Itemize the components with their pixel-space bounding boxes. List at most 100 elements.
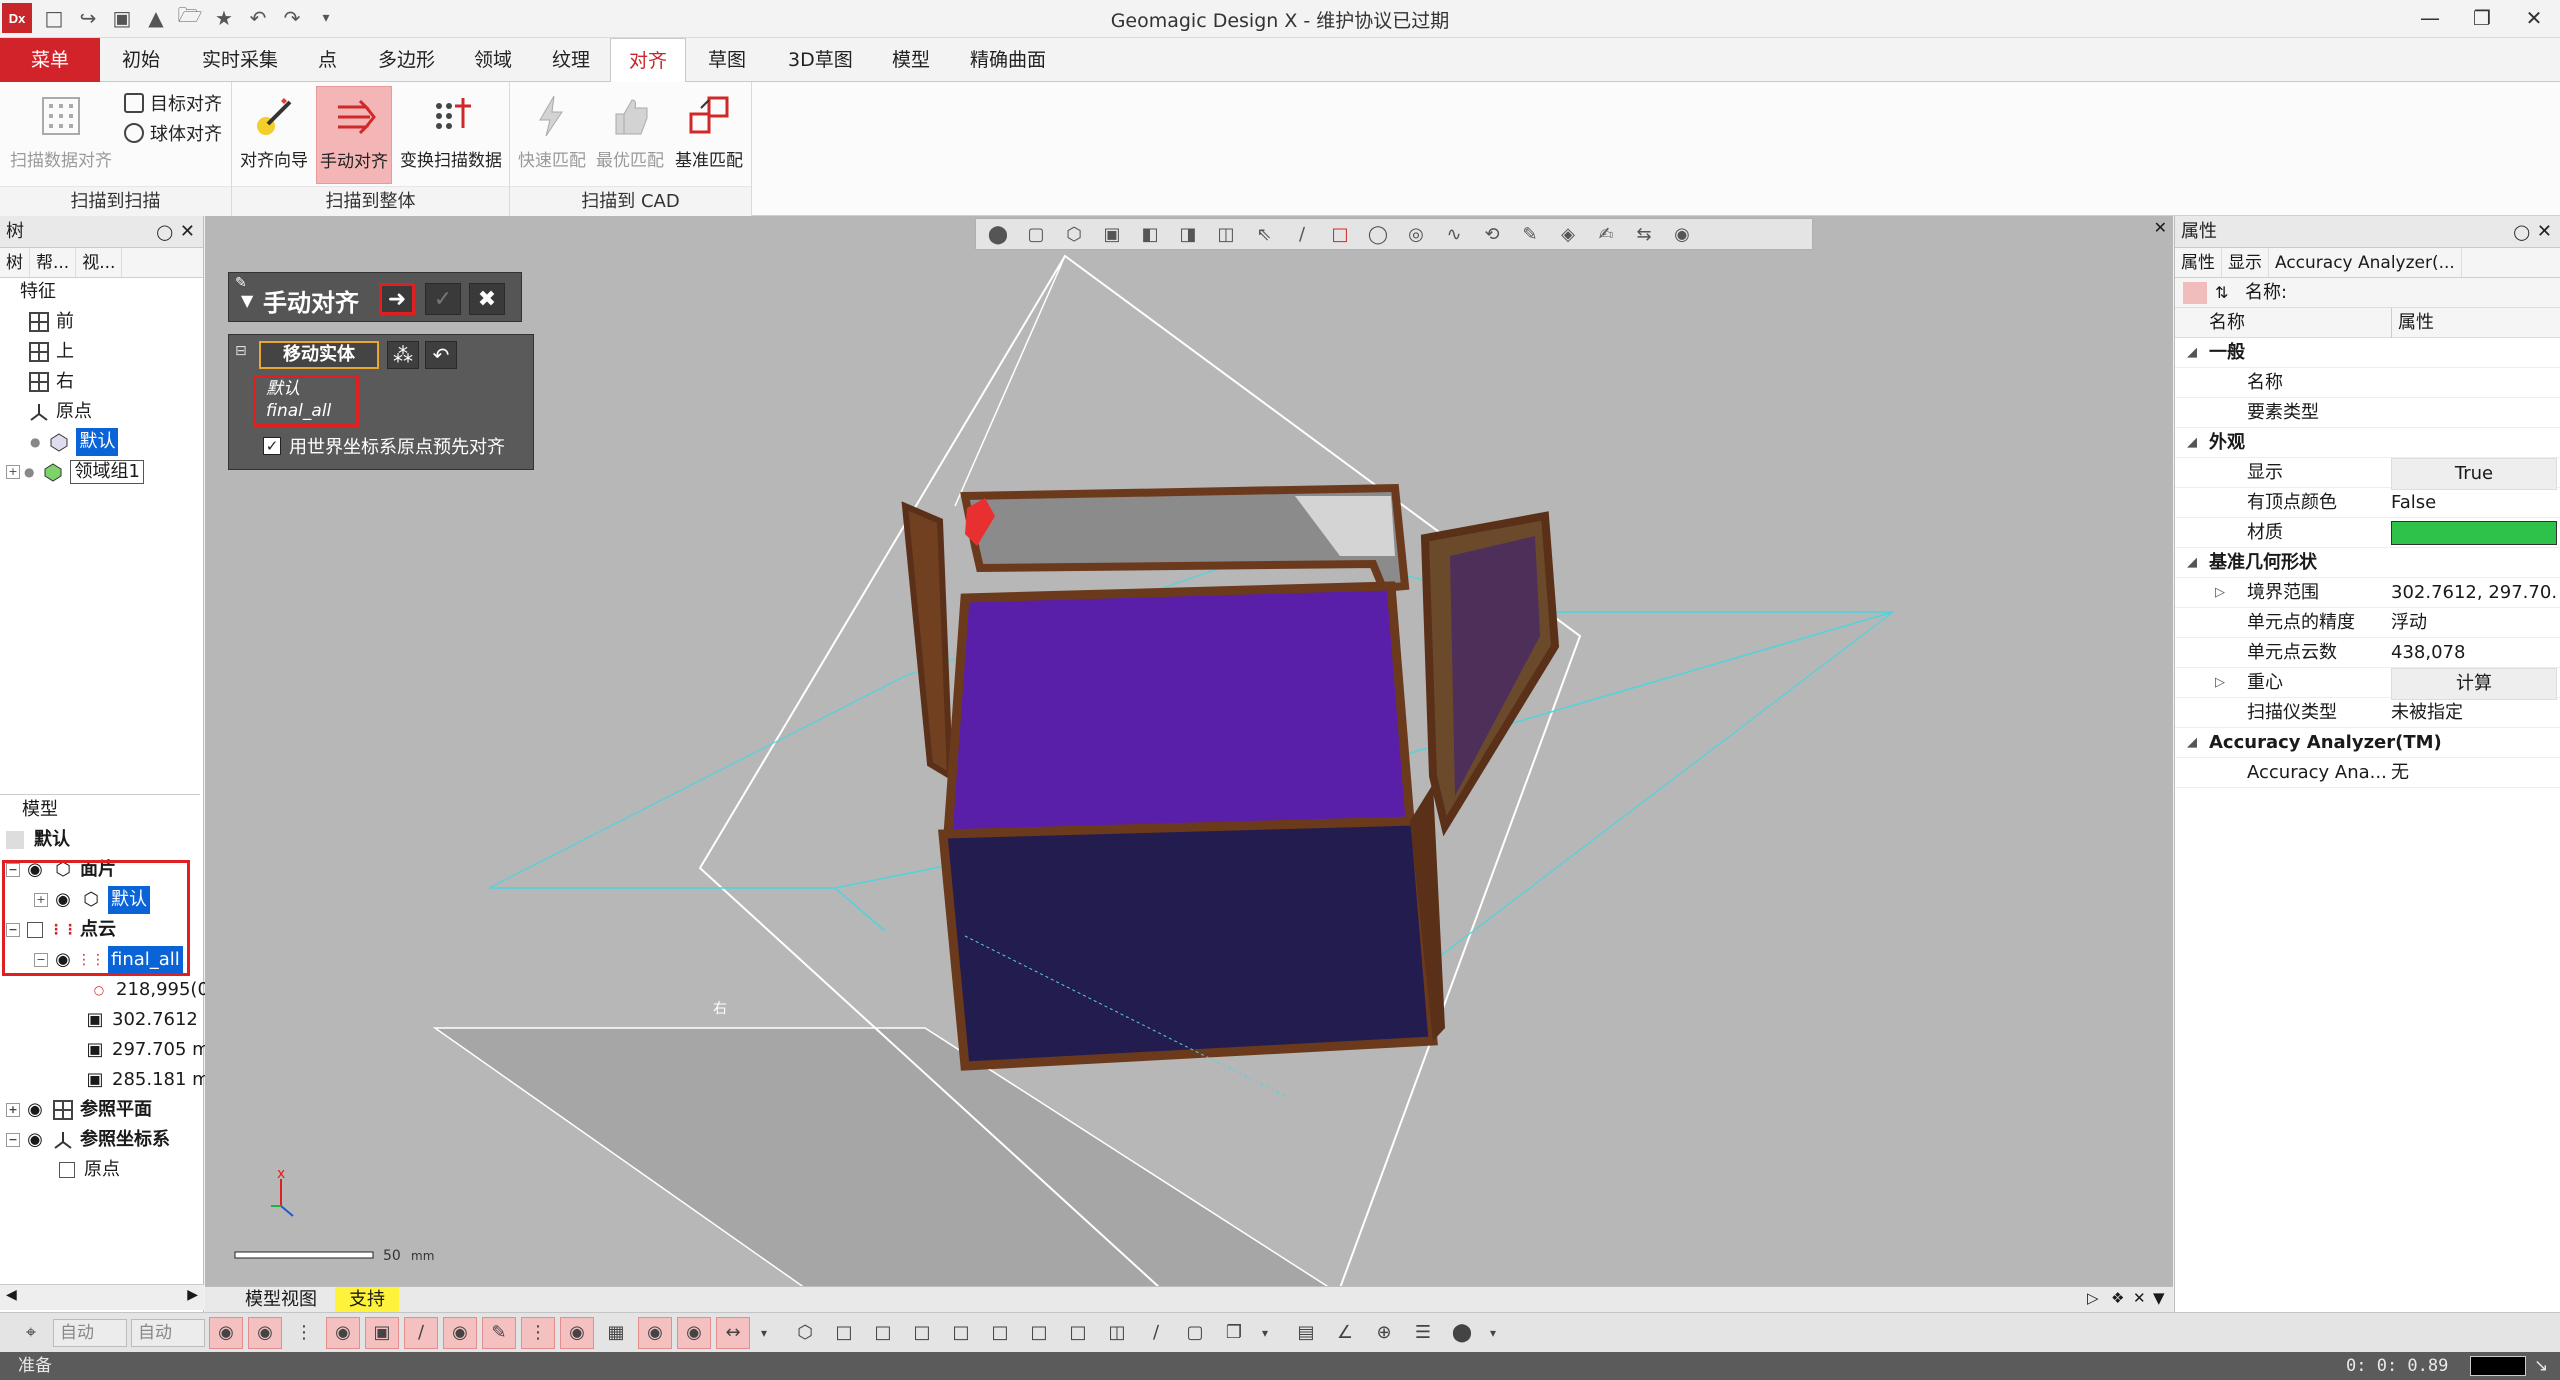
checkbox[interactable]: [56, 1159, 78, 1181]
compute-button[interactable]: 计算: [2391, 668, 2557, 700]
undo-icon[interactable]: ↶: [425, 341, 457, 369]
tab-polygon[interactable]: 多边形: [360, 38, 453, 82]
tree-scrollbar[interactable]: ◀ ▶: [0, 1284, 204, 1310]
filter-face-icon[interactable]: ◉: [326, 1316, 360, 1349]
section-base-geometry[interactable]: ◢ 基准几何形状: [2175, 548, 2560, 578]
pin-icon[interactable]: ✎: [235, 275, 247, 291]
layers-icon[interactable]: ☰: [1406, 1317, 1440, 1349]
tab-sketch[interactable]: 草图: [690, 38, 764, 82]
target-align-button[interactable]: 目标对齐: [124, 90, 222, 116]
collapse-arrow-icon[interactable]: ▼: [241, 291, 253, 310]
view-copy-icon[interactable]: ❐: [1217, 1317, 1251, 1349]
tab-properties[interactable]: 属性: [2175, 248, 2222, 277]
close-icon[interactable]: ✕: [2537, 216, 2552, 248]
filter-measure-icon[interactable]: ↔: [716, 1316, 750, 1349]
tab-live-capture[interactable]: 实时采集: [184, 38, 296, 82]
prop-unit-precision[interactable]: 单元点的精度 浮动: [2175, 608, 2560, 638]
save-icon[interactable]: ▣: [108, 4, 136, 32]
model-root[interactable]: 默认: [6, 826, 70, 854]
prop-element-type[interactable]: 要素类型: [2175, 398, 2560, 428]
tree-item-region-group[interactable]: + ● 领域组1: [6, 458, 144, 486]
filter-axis-icon[interactable]: ◉: [638, 1316, 672, 1349]
color-map-icon[interactable]: ⬤: [1445, 1317, 1479, 1349]
fit-icon[interactable]: ⌖: [14, 1317, 48, 1349]
collapse-icon[interactable]: ⊟: [235, 343, 247, 359]
scan-data-align-button[interactable]: 扫描数据对齐: [6, 86, 116, 184]
viewport-close-icon[interactable]: ✕: [2154, 218, 2167, 237]
prop-name[interactable]: 名称: [2175, 368, 2560, 398]
prop-scanner-type[interactable]: 扫描仪类型 未被指定: [2175, 698, 2560, 728]
tab-tree[interactable]: 树: [0, 248, 30, 277]
tree-item-right[interactable]: 右: [28, 368, 74, 396]
tab-point[interactable]: 点: [300, 38, 355, 82]
eye-icon[interactable]: ◉: [24, 1099, 46, 1121]
close-icon[interactable]: ✕: [180, 216, 195, 248]
material-swatch[interactable]: [2391, 521, 2557, 545]
view-normal-icon[interactable]: □: [1061, 1317, 1095, 1349]
next-button[interactable]: ➜: [379, 283, 415, 315]
tab-display[interactable]: 显示: [2222, 248, 2269, 277]
tree-item-default[interactable]: ● 默认: [30, 428, 119, 456]
cancel-button[interactable]: ✖: [469, 283, 505, 315]
dropdown-icon[interactable]: ▾: [1484, 1317, 1502, 1349]
pin-icon[interactable]: ◯: [156, 216, 173, 248]
undo-icon[interactable]: ↶: [244, 4, 272, 32]
entity-default[interactable]: 默认: [256, 378, 356, 400]
tab-support[interactable]: 支持: [335, 1287, 399, 1313]
view-left-icon[interactable]: □: [905, 1317, 939, 1349]
tab-region[interactable]: 领域: [456, 38, 530, 82]
transform-scan-button[interactable]: 变换扫描数据: [396, 86, 506, 184]
view-measure-icon[interactable]: ∕: [1139, 1317, 1173, 1349]
scroll-left-icon[interactable]: ◀: [6, 1287, 17, 1303]
filter-solid-icon[interactable]: ▣: [365, 1316, 399, 1349]
prop-centroid[interactable]: ▷ 重心 计算: [2175, 668, 2560, 700]
filter-sketch-icon[interactable]: ✎: [482, 1316, 516, 1349]
filter-point-icon[interactable]: ◉: [677, 1316, 711, 1349]
app-logo[interactable]: Dx: [2, 3, 32, 33]
view-right-icon[interactable]: □: [944, 1317, 978, 1349]
redo-icon[interactable]: ↷: [278, 4, 306, 32]
close-icon[interactable]: ✕: [2504, 0, 2560, 36]
prop-vertex-color[interactable]: 有顶点颜色 False: [2175, 488, 2560, 518]
datum-fit-button[interactable]: 基准匹配: [670, 86, 748, 184]
filter-mesh-icon[interactable]: ◉: [209, 1316, 243, 1349]
best-fit-button[interactable]: 最优匹配: [592, 86, 668, 184]
pin-icon[interactable]: ◯: [2513, 216, 2530, 248]
scroll-right-icon[interactable]: ▶: [187, 1287, 198, 1303]
close-icon[interactable]: ✕: [2133, 1289, 2146, 1307]
filter-region-icon[interactable]: ◉: [248, 1316, 282, 1349]
view-bottom-icon[interactable]: □: [1022, 1317, 1056, 1349]
dropdown-icon[interactable]: ▾: [312, 4, 340, 32]
filter-vertex-icon[interactable]: ◉: [443, 1316, 477, 1349]
manual-align-button[interactable]: 手动对齐: [316, 86, 392, 184]
section-general[interactable]: ◢ 一般: [2175, 338, 2560, 368]
minimize-icon[interactable]: —: [2400, 0, 2460, 36]
prop-unit-point-count[interactable]: 单元点云数 438,078: [2175, 638, 2560, 668]
tab-3d-sketch[interactable]: 3D草图: [770, 38, 871, 82]
tree-item-ref-origin[interactable]: 原点: [56, 1156, 120, 1184]
eye-icon[interactable]: ◉: [24, 1129, 46, 1151]
filter-cloud-icon[interactable]: ⋮: [521, 1316, 555, 1349]
view-zoom-icon[interactable]: ▢: [1178, 1317, 1212, 1349]
filter-points-icon[interactable]: ⋮: [287, 1317, 321, 1349]
filter-plane-icon[interactable]: ◉: [560, 1316, 594, 1349]
prop-display[interactable]: 显示 True: [2175, 458, 2560, 490]
prev-icon[interactable]: ▷: [2087, 1289, 2099, 1307]
prop-material[interactable]: 材质: [2175, 518, 2560, 548]
section-accuracy-analyzer[interactable]: ◢ Accuracy Analyzer(TM): [2175, 728, 2560, 758]
view-top-icon[interactable]: □: [983, 1317, 1017, 1349]
folder-star-icon[interactable]: ★: [210, 4, 238, 32]
restore-icon[interactable]: ❐: [2452, 0, 2512, 36]
nav-icon[interactable]: ❖: [2111, 1289, 2124, 1307]
resize-grip-icon[interactable]: ↘: [2534, 1352, 2548, 1380]
categorized-icon[interactable]: [2183, 282, 2207, 304]
section-appearance[interactable]: ◢ 外观: [2175, 428, 2560, 458]
ruler-icon[interactable]: ▤: [1289, 1317, 1323, 1349]
new-icon[interactable]: □: [40, 4, 68, 32]
view-front-icon[interactable]: □: [827, 1317, 861, 1349]
expand-icon[interactable]: +: [6, 1103, 20, 1117]
align-wizard-button[interactable]: 对齐向导: [236, 86, 312, 184]
tree-item-front[interactable]: 前: [28, 308, 74, 336]
tab-help[interactable]: 帮...: [30, 248, 77, 277]
prop-bounding-range[interactable]: ▷ 境界范围 302.7612, 297.70...: [2175, 578, 2560, 608]
